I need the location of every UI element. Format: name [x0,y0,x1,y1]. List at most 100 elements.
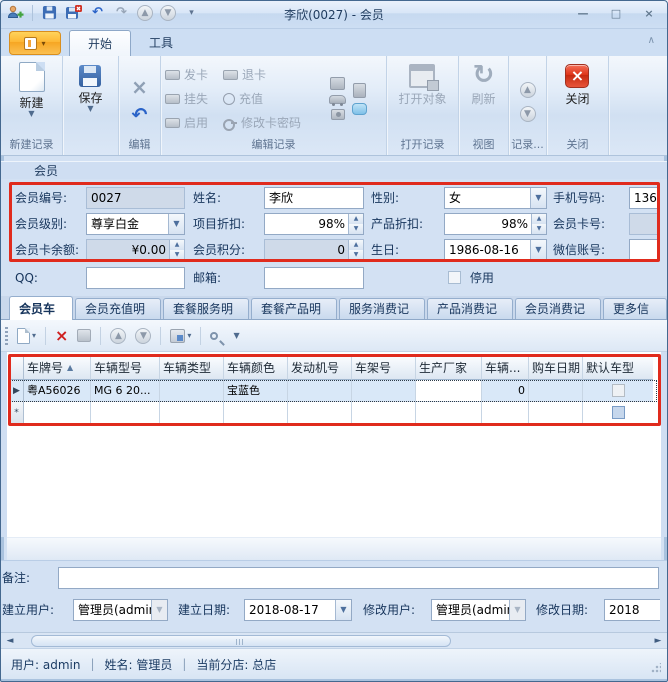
tab-member-consumption[interactable]: 会员消费记录 [515,298,601,319]
ribbon-group-view: ↻ 刷新 视图 [459,56,509,155]
row-down-icon[interactable]: ▼ [135,328,151,344]
find-icon[interactable] [210,332,218,340]
delete-row-icon[interactable]: × [55,328,68,344]
tab-recharge-details[interactable]: 会员充值明细 [75,298,161,319]
maximize-button[interactable]: □ [608,7,624,21]
ribbon-group-new: 新建 ▼ 新建记录 [1,56,63,155]
tab-more-info[interactable]: 更多信息 [603,298,667,319]
return-card-button[interactable]: 退卡 [219,63,323,87]
tab-package-service-details[interactable]: 套餐服务明细 [163,298,249,319]
resize-grip[interactable] [651,663,661,673]
scrollbar-thumb[interactable] [31,635,451,647]
cancel-edit-icon[interactable]: × [131,77,148,97]
add-vehicle-button[interactable]: ▾ [17,328,36,344]
save-button[interactable]: 保存 ▼ [70,60,110,137]
undo-edit-icon[interactable]: ↶ [132,106,148,124]
new-button[interactable]: 新建 ▼ [11,60,53,137]
horizontal-scrollbar[interactable]: ◄ ► [1,632,667,648]
enable-card-button[interactable]: 启用 [161,111,219,135]
new-row-icon [17,328,30,344]
grip-handle[interactable] [5,327,8,345]
change-card-password-button[interactable]: 修改卡密码 [219,111,323,135]
qq-label: QQ: [15,267,38,289]
status-bar: 用户: admin | 姓名: 管理员 | 当前分店: 总店 [1,648,667,679]
export-button[interactable]: ▾ [170,329,191,343]
created-by-field: 管理员(admin)▼ [73,599,168,621]
created-date-dropdown-icon[interactable]: ▼ [335,600,351,620]
report-loss-button[interactable]: 挂失 [161,87,219,111]
ribbon-tab-row: ▾ 开始 工具 ∧ [1,29,667,56]
titlebar: ↶ ↷ ▲ ▼ ▾ 李欣(0027) - 会员 — □ × [1,1,667,29]
return-card-icon [223,70,238,80]
copy-row-icon[interactable] [77,329,91,342]
member-section-title: 会员 [1,161,667,179]
close-button[interactable]: × [641,7,657,21]
vehicle-icon[interactable] [329,95,346,104]
ribbon-group-close: × 关闭 关闭 [547,56,609,155]
ribbon-group-edit-record: 发卡 退卡 挂失 充值 启用 修改卡密码 [161,56,387,155]
vehicle-grid-toolbar: ▾ × ▲ ▼ ▾ ▼ [1,320,667,352]
group-label-open: 打开记录 [387,137,458,155]
created-date-label: 建立日期: [178,599,230,621]
save-record-icon [79,65,101,87]
ribbon: 新建 ▼ 新建记录 保存 ▼ × ↶ 编辑 [1,56,667,156]
ribbon-group-open: 打开对象 打开记录 [387,56,459,155]
created-date-field[interactable]: 2018-08-17▼ [244,599,352,621]
group-label-save [63,137,118,155]
issue-card-button[interactable]: 发卡 [161,63,219,87]
group-label-edit: 编辑 [119,137,160,155]
qq-field[interactable] [86,267,185,289]
member-window: ↶ ↷ ▲ ▼ ▾ 李欣(0027) - 会员 — □ × ▾ 开始 工具 ∧ [0,0,668,682]
modified-by-label: 修改用户: [363,599,415,621]
window-title: 李欣(0027) - 会员 [1,1,667,29]
status-name: 姓名: 管理员 [105,656,173,673]
remark-field[interactable] [58,567,659,589]
scroll-left-icon[interactable]: ◄ [4,635,16,647]
grid-footer-strip [7,537,661,560]
card-reader-icon[interactable] [330,77,345,90]
minimize-button[interactable]: — [575,7,591,21]
enable-card-icon [165,118,180,128]
group-label-record: 记录... [509,137,546,155]
open-object-button[interactable]: 打开对象 [390,60,454,137]
tab-service-consumption[interactable]: 服务消费记录 [339,298,425,319]
ribbon-tab-start[interactable]: 开始 [69,30,131,56]
recharge-button[interactable]: 充值 [219,87,323,111]
scroll-right-icon[interactable]: ► [652,635,664,647]
modified-by-field: 管理员(admin)▼ [431,599,526,621]
ribbon-group-record-nav: ▲ ▼ 记录... [509,56,547,155]
next-record-icon[interactable]: ▼ [520,106,536,122]
open-object-icon [409,64,435,88]
application-menu-button[interactable]: ▾ [9,31,61,55]
tab-package-product-details[interactable]: 套餐产品明细 [251,298,337,319]
app-menu-icon [24,37,37,50]
photo-icon[interactable] [331,109,345,120]
new-record-icon [19,62,45,92]
ribbon-tab-tools[interactable]: 工具 [131,30,191,56]
email-field[interactable] [264,267,364,289]
refresh-icon: ↻ [473,62,495,88]
recharge-icon [223,93,235,105]
row-up-icon[interactable]: ▲ [110,328,126,344]
created-by-label: 建立用户: [2,599,54,621]
remark-label: 备注: [2,567,30,589]
refresh-button[interactable]: ↻ 刷新 [463,60,503,137]
table-highlight-box [8,354,661,426]
sms-icon[interactable] [352,103,367,115]
toolbar-overflow-icon[interactable]: ▼ [233,331,239,340]
disable-checkbox[interactable] [448,271,461,284]
tab-product-consumption[interactable]: 产品消费记录 [427,298,513,319]
phone-icon[interactable] [353,83,366,98]
export-icon [170,329,185,343]
close-form-button[interactable]: × 关闭 [557,60,597,137]
created-by-dropdown-icon: ▼ [151,600,167,620]
change-password-icon [223,119,237,127]
ribbon-collapse-icon[interactable]: ∧ [648,35,655,46]
tab-member-vehicles[interactable]: 会员车辆 [9,296,73,320]
modified-date-label: 修改日期: [536,599,588,621]
modified-date-field[interactable]: 2018 [604,599,660,621]
disable-checkbox-row: 停用 [448,267,494,289]
group-label-view: 视图 [459,137,508,155]
status-branch: 当前分店: 总店 [196,656,276,673]
previous-record-icon[interactable]: ▲ [520,82,536,98]
